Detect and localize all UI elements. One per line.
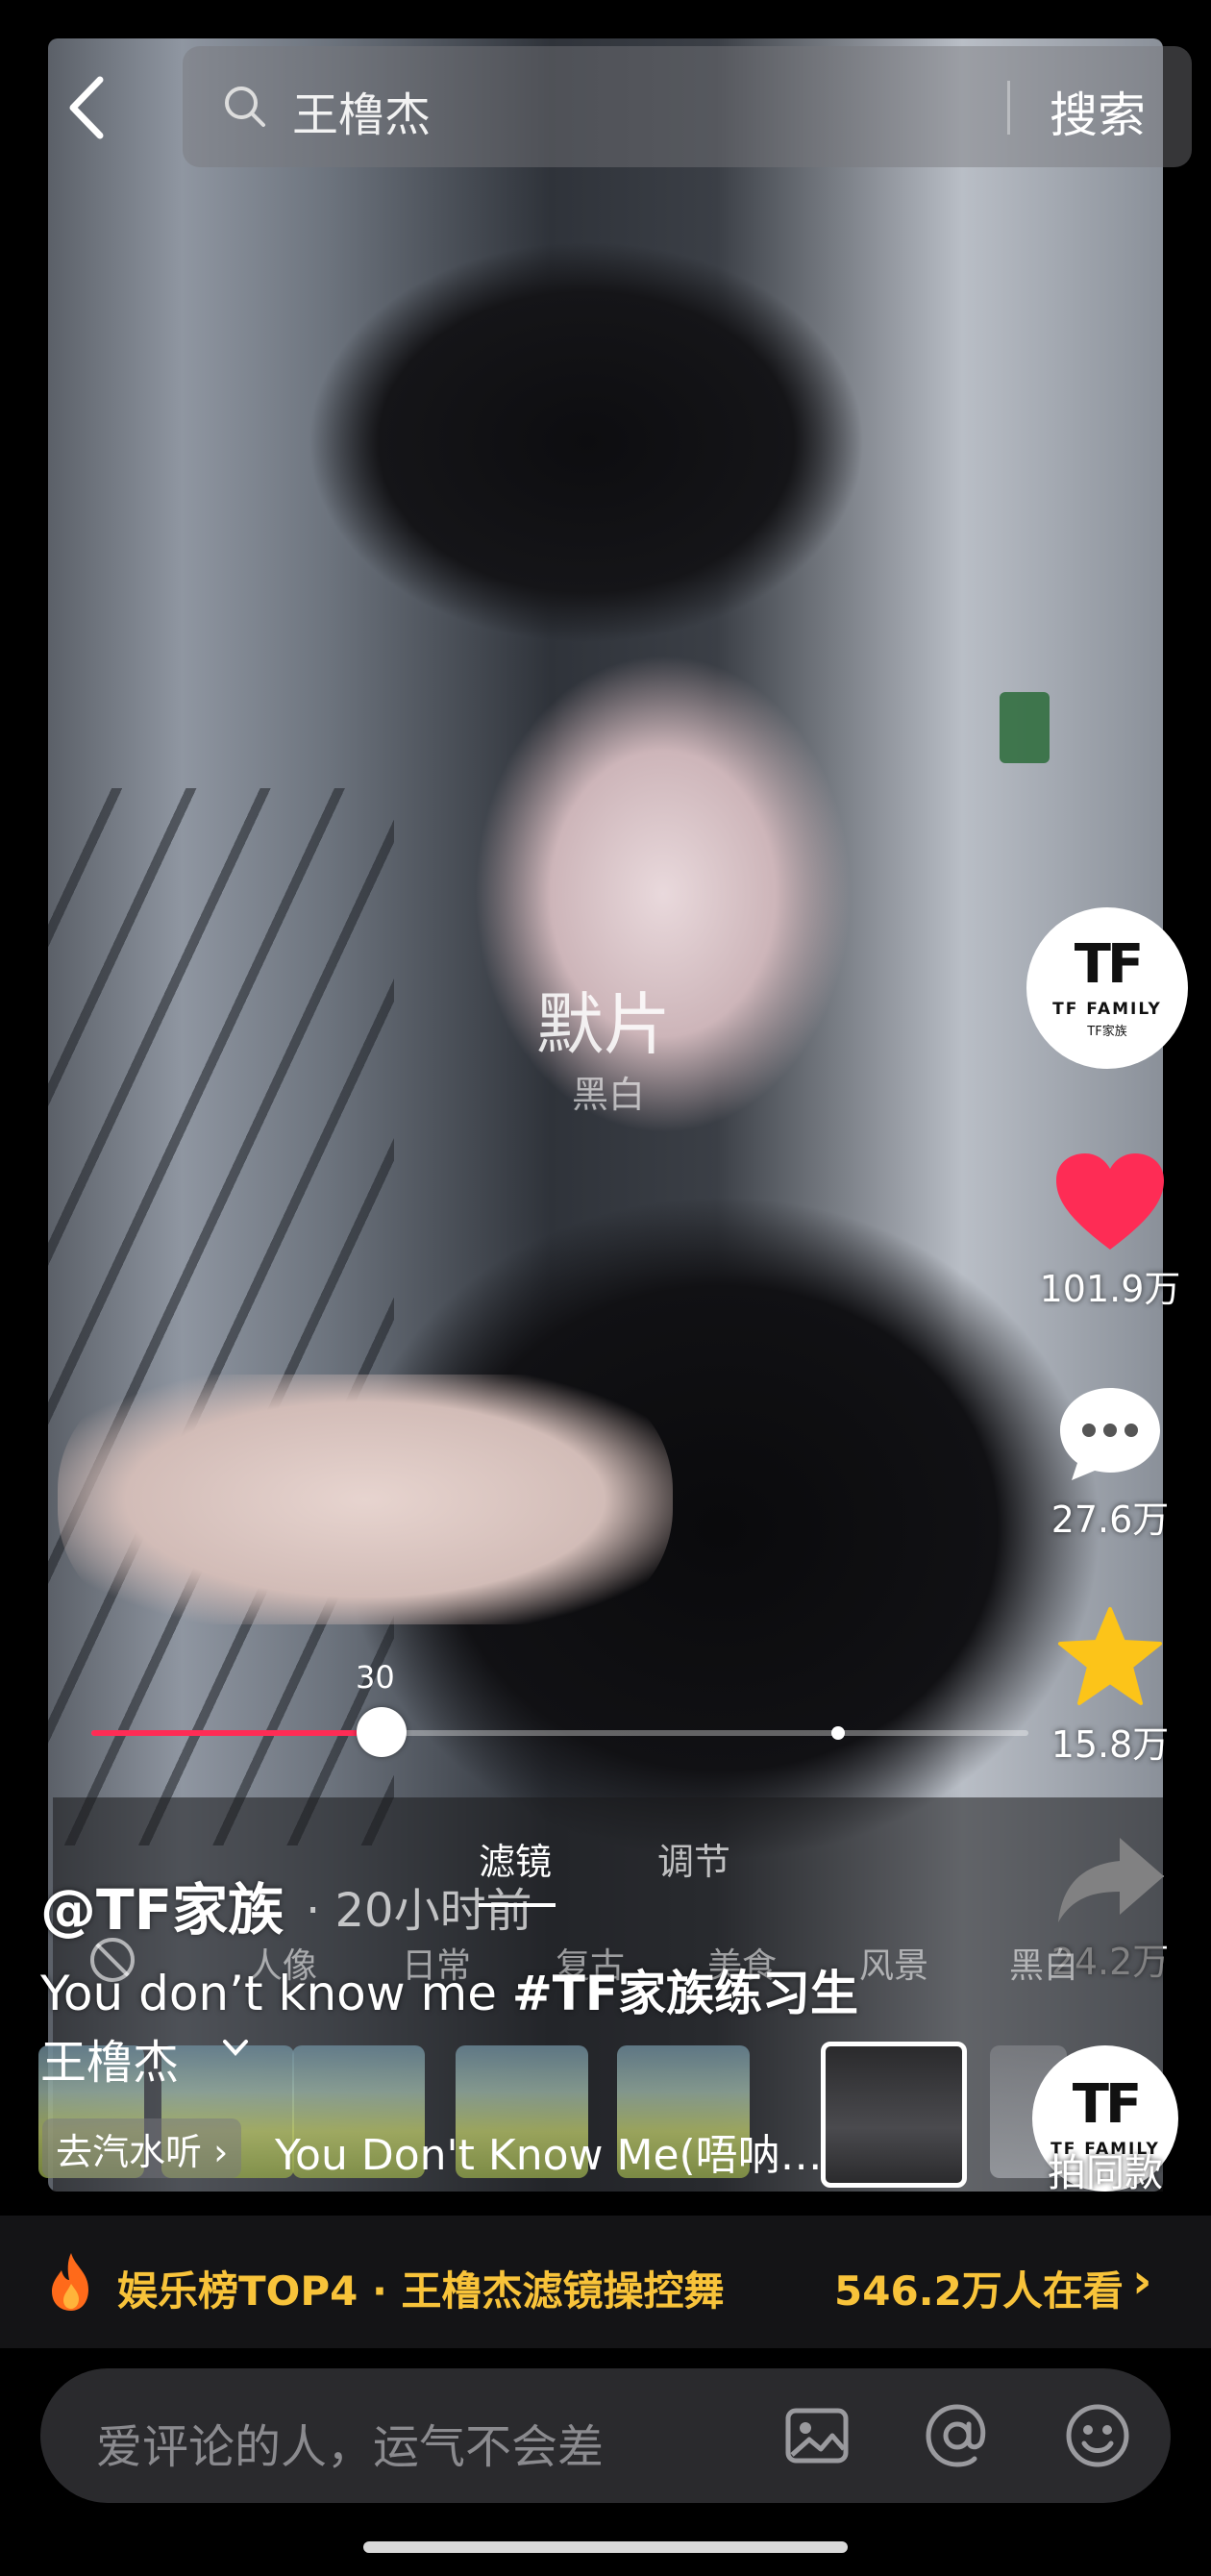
back-button[interactable] bbox=[58, 69, 115, 146]
comment-count: 27.6万 bbox=[1050, 1499, 1170, 1541]
star-icon bbox=[1058, 1607, 1162, 1705]
tf-logo-mark: TF bbox=[1074, 932, 1144, 996]
home-indicator bbox=[363, 2541, 848, 2553]
post-time: · 20小时前 bbox=[306, 1884, 532, 1938]
music-title[interactable]: You Don't Know Me(唔呐… bbox=[275, 2120, 842, 2182]
post-caption: You don’t know me #TF家族练习生 bbox=[40, 1955, 858, 2024]
progress-fill bbox=[91, 1730, 383, 1736]
account-avatar[interactable]: TF TF FAMILY TF家族 bbox=[1026, 907, 1188, 1069]
comment-button[interactable]: 27.6万 bbox=[1024, 1380, 1197, 1543]
progress-track[interactable] bbox=[91, 1707, 1028, 1757]
chevron-right-icon[interactable]: › bbox=[1132, 2253, 1152, 2309]
search-icon bbox=[225, 87, 265, 127]
same-style-button[interactable]: TF TF FAMILY 拍同款 bbox=[1028, 2045, 1182, 2195]
trending-viewers: 546.2万人在看 bbox=[834, 2267, 1124, 2315]
tf-logo-sub: TF家族 bbox=[1087, 1024, 1127, 1039]
progress-knob[interactable] bbox=[357, 1707, 408, 1757]
trending-text[interactable]: 娱乐榜TOP4 · 王橹杰滤镜操控舞 bbox=[117, 2259, 725, 2317]
progress-default-dot bbox=[831, 1726, 845, 1740]
comment-placeholder: 爱评论的人，运气不会差 bbox=[96, 2420, 605, 2474]
chevron-down-icon[interactable] bbox=[219, 2028, 252, 2067]
progress-value: 30 bbox=[356, 1659, 395, 1696]
comment-icon bbox=[1060, 1388, 1160, 1480]
fire-icon bbox=[52, 2253, 88, 2311]
music-app-link[interactable]: 去汽水听 › bbox=[42, 2118, 242, 2178]
video-exit-sign bbox=[1000, 692, 1050, 763]
emoji-icon[interactable] bbox=[1063, 2401, 1132, 2470]
filter-name-overlay: 默片 bbox=[536, 985, 671, 1064]
tab-adjust[interactable]: 调节 bbox=[657, 1832, 730, 1885]
tf-logo-mark: TF bbox=[1072, 2073, 1142, 2136]
search-input[interactable]: 王橹杰 bbox=[292, 77, 431, 144]
filter-thumbnail-selected[interactable] bbox=[821, 2042, 967, 2188]
like-count: 101.9万 bbox=[1039, 1268, 1181, 1310]
caption-hashtag[interactable]: #TF家族练习生 bbox=[512, 1966, 858, 2021]
search-divider bbox=[1007, 81, 1010, 135]
favorite-button[interactable]: 15.8万 bbox=[1024, 1605, 1197, 1768]
filter-category-bw[interactable]: 黑白 bbox=[1009, 1938, 1078, 1988]
tf-logo-name: TF FAMILY bbox=[1052, 999, 1162, 1019]
mention-name[interactable]: 王橹杰 bbox=[40, 2024, 179, 2092]
post-author[interactable]: @TF家族 bbox=[40, 1865, 284, 1945]
like-button[interactable]: 101.9万 bbox=[1024, 1150, 1197, 1312]
video-stair-railing bbox=[48, 788, 394, 1845]
image-icon[interactable] bbox=[782, 2401, 852, 2470]
at-icon[interactable] bbox=[923, 2401, 992, 2470]
heart-icon bbox=[1056, 1153, 1164, 1250]
video-hand bbox=[58, 1375, 673, 1624]
search-button[interactable]: 搜索 bbox=[1050, 77, 1146, 146]
favorite-count: 15.8万 bbox=[1050, 1723, 1170, 1766]
same-style-label: 拍同款 bbox=[1048, 2151, 1163, 2195]
caption-text: You don’t know me bbox=[40, 1966, 512, 2021]
filter-category-landscape[interactable]: 风景 bbox=[859, 1938, 928, 1988]
filter-category-overlay: 黑白 bbox=[572, 1074, 646, 1116]
back-icon bbox=[69, 76, 104, 139]
